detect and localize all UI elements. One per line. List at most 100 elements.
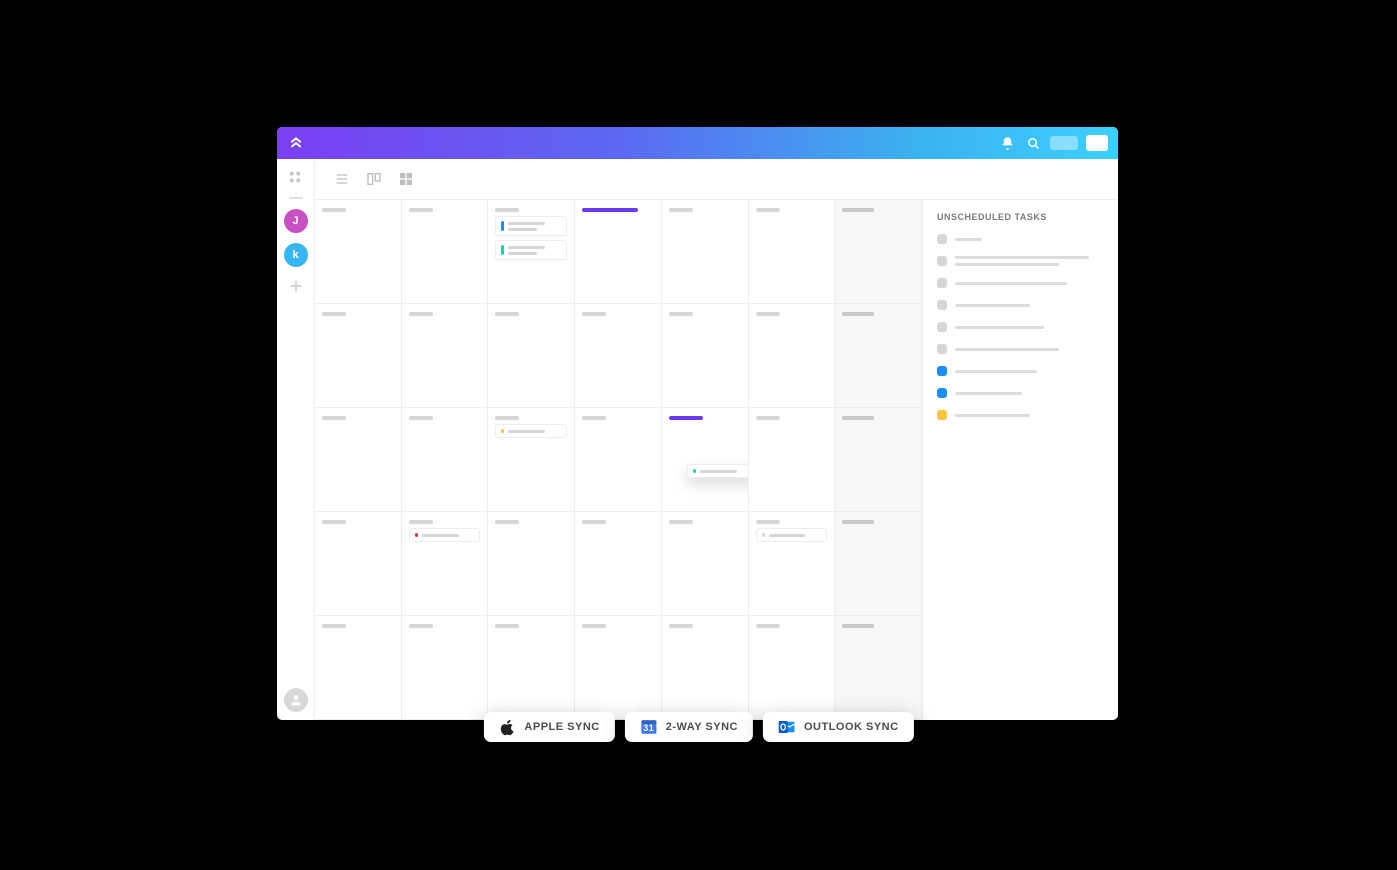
calendar-cell[interactable] xyxy=(835,512,922,616)
calendar-cell[interactable] xyxy=(402,304,489,408)
calendar-cell[interactable] xyxy=(315,200,402,304)
member-avatar[interactable]: J xyxy=(284,209,308,233)
calendar-cell[interactable] xyxy=(575,200,662,304)
calendar-cell[interactable] xyxy=(662,200,749,304)
app-window: J k xyxy=(277,127,1118,720)
view-toolbar xyxy=(315,159,1118,199)
unscheduled-task[interactable] xyxy=(937,234,1104,244)
unscheduled-task[interactable] xyxy=(937,322,1104,332)
board-view-icon[interactable] xyxy=(365,170,383,188)
calendar-cell[interactable] xyxy=(488,200,575,304)
calendar-cell[interactable] xyxy=(749,616,836,720)
titlebar-pill[interactable] xyxy=(1050,136,1078,150)
date-placeholder xyxy=(756,416,780,420)
task-text-placeholder xyxy=(955,414,1030,417)
calendar-cell[interactable] xyxy=(749,200,836,304)
calendar-cell[interactable] xyxy=(575,408,662,512)
calendar-cell[interactable] xyxy=(488,512,575,616)
calendar-cell[interactable] xyxy=(315,512,402,616)
calendar-cell[interactable] xyxy=(749,512,836,616)
unscheduled-task[interactable] xyxy=(937,410,1104,420)
calendar-cell[interactable] xyxy=(835,304,922,408)
date-placeholder xyxy=(322,624,346,628)
outlook-sync-pill[interactable]: OUTLOOK SYNC xyxy=(763,712,914,742)
task-card[interactable] xyxy=(495,424,567,438)
calendar-cell[interactable] xyxy=(662,304,749,408)
calendar-cell[interactable] xyxy=(315,408,402,512)
calendar-cell[interactable] xyxy=(575,616,662,720)
unscheduled-task[interactable] xyxy=(937,344,1104,354)
search-icon[interactable] xyxy=(1024,134,1042,152)
calendar-cell[interactable] xyxy=(835,200,922,304)
unscheduled-task[interactable] xyxy=(937,388,1104,398)
date-placeholder xyxy=(842,208,874,212)
sidebar-separator xyxy=(289,197,303,199)
member-avatar[interactable]: k xyxy=(284,243,308,267)
task-card-text-placeholder xyxy=(422,534,459,537)
unscheduled-panel: UNSCHEDULED TASKS xyxy=(922,199,1118,720)
list-view-icon[interactable] xyxy=(333,170,351,188)
add-member-button[interactable] xyxy=(287,277,305,295)
date-placeholder xyxy=(756,312,780,316)
google-calendar-icon: 31 xyxy=(640,718,658,736)
date-placeholder xyxy=(842,416,874,420)
calendar-grid[interactable] xyxy=(315,199,922,720)
calendar-cell[interactable] xyxy=(315,616,402,720)
date-placeholder xyxy=(669,624,693,628)
task-text-placeholder xyxy=(955,392,1022,395)
task-card[interactable] xyxy=(756,528,828,542)
task-card[interactable] xyxy=(687,464,749,478)
notifications-icon[interactable] xyxy=(998,134,1016,152)
apple-sync-label: APPLE SYNC xyxy=(524,721,599,733)
calendar-cell[interactable] xyxy=(662,512,749,616)
calendar-cell[interactable] xyxy=(575,304,662,408)
task-status-dot xyxy=(937,256,947,266)
box-view-icon[interactable] xyxy=(397,170,415,188)
outlook-sync-label: OUTLOOK SYNC xyxy=(804,721,899,733)
date-placeholder xyxy=(322,208,346,212)
calendar-cell[interactable] xyxy=(315,304,402,408)
calendar-cell[interactable] xyxy=(402,616,489,720)
calendar-cell[interactable] xyxy=(402,512,489,616)
app-logo-icon xyxy=(287,134,305,152)
task-card-text-placeholder xyxy=(769,534,806,537)
date-placeholder xyxy=(495,416,519,420)
unscheduled-task[interactable] xyxy=(937,366,1104,376)
task-card[interactable] xyxy=(495,216,567,236)
task-text-placeholder xyxy=(955,256,1089,259)
user-profile-icon[interactable] xyxy=(284,688,308,712)
task-status-dot xyxy=(937,322,947,332)
task-text-placeholder xyxy=(955,282,1067,285)
titlebar-square[interactable] xyxy=(1086,135,1108,151)
date-placeholder xyxy=(582,312,606,316)
apps-grid-icon[interactable] xyxy=(287,169,305,187)
calendar-cell[interactable] xyxy=(488,616,575,720)
calendar-cell[interactable] xyxy=(488,408,575,512)
unscheduled-task[interactable] xyxy=(937,278,1104,288)
calendar-cell[interactable] xyxy=(662,616,749,720)
unscheduled-task[interactable] xyxy=(937,300,1104,310)
apple-sync-pill[interactable]: APPLE SYNC xyxy=(483,712,614,742)
date-placeholder xyxy=(842,312,874,316)
accent-bar xyxy=(669,416,703,420)
task-card[interactable] xyxy=(409,528,481,542)
apple-icon xyxy=(498,718,516,736)
task-card[interactable] xyxy=(495,240,567,260)
calendar-cell[interactable] xyxy=(488,304,575,408)
date-placeholder xyxy=(669,208,693,212)
task-card-text-placeholder xyxy=(508,252,537,255)
date-placeholder xyxy=(495,312,519,316)
calendar-cell[interactable] xyxy=(402,200,489,304)
unscheduled-task[interactable] xyxy=(937,256,1104,266)
calendar-cell[interactable] xyxy=(835,616,922,720)
outlook-icon xyxy=(778,718,796,736)
google-sync-pill[interactable]: 31 2-WAY SYNC xyxy=(625,712,753,742)
calendar-cell[interactable] xyxy=(749,408,836,512)
calendar-cell[interactable] xyxy=(835,408,922,512)
calendar-cell[interactable] xyxy=(402,408,489,512)
calendar-cell[interactable] xyxy=(749,304,836,408)
calendar-cell[interactable] xyxy=(575,512,662,616)
calendar-cell[interactable] xyxy=(662,408,749,512)
task-text-placeholder xyxy=(955,370,1037,373)
unscheduled-title: UNSCHEDULED TASKS xyxy=(937,212,1104,222)
